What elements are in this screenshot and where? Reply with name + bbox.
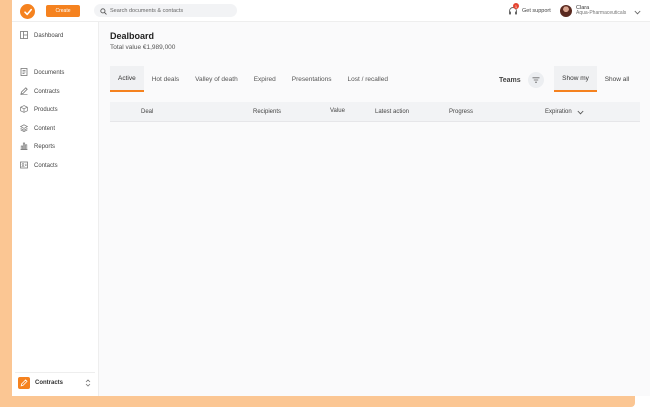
get-support-button[interactable]: 1 Get support [508, 3, 551, 18]
layers-icon [19, 124, 34, 134]
dashboard-icon [20, 31, 34, 41]
main-content: Dealboard Total value €1,989,000 Active … [99, 22, 650, 396]
column-header-deal[interactable]: Deal [141, 102, 153, 122]
sidebar-item-label: Documents [34, 70, 65, 76]
workspace-label: Contracts [35, 380, 64, 386]
search-icon [100, 2, 107, 20]
page-title: Dealboard [110, 31, 155, 41]
sidebar-item-documents[interactable]: Documents [20, 67, 95, 79]
pen-icon [18, 377, 30, 389]
column-header-label: Expiration [545, 109, 572, 115]
user-organization: Aqua-Pharmaceuticals [576, 10, 627, 17]
column-header-progress[interactable]: Progress [449, 102, 473, 122]
filter-icon[interactable] [527, 72, 544, 88]
app-window: Create 1 Get support Clara Aqua-Pharmace… [12, 0, 650, 396]
create-button[interactable]: Create [46, 5, 80, 17]
show-all-toggle[interactable]: Show all [599, 66, 635, 92]
tab-expired[interactable]: Expired [246, 66, 284, 92]
sidebar-item-label: Contacts [34, 163, 58, 169]
sidebar-item-dashboard[interactable]: Dashboard [20, 30, 95, 42]
sidebar-item-label: Contracts [34, 89, 60, 95]
column-header-latest-action[interactable]: Latest action [375, 102, 409, 122]
deal-tabs: Active Hot deals Valley of death Expired… [110, 66, 396, 92]
sidebar-item-products[interactable]: Products [20, 104, 95, 116]
tab-active[interactable]: Active [110, 66, 144, 92]
tab-presentations[interactable]: Presentations [284, 66, 340, 92]
teams-filter[interactable]: Teams [499, 72, 544, 88]
column-header-recipients[interactable]: Recipients [253, 102, 281, 122]
box-icon [20, 105, 34, 115]
frame-left-decoration [0, 0, 12, 407]
headset-icon: 1 [508, 3, 519, 16]
pen-icon [20, 87, 34, 97]
sidebar-item-contacts[interactable]: Contacts [20, 160, 95, 172]
sidebar-item-contracts[interactable]: Contracts [20, 86, 95, 98]
column-header-value[interactable]: Value [330, 101, 345, 121]
search-input[interactable] [110, 7, 230, 14]
logo-icon[interactable] [20, 4, 35, 19]
sidebar-item-label: Content [34, 126, 56, 132]
get-support-label: Get support [522, 8, 551, 14]
avatar [560, 5, 572, 17]
tab-hot-deals[interactable]: Hot deals [144, 66, 187, 92]
user-menu[interactable]: Clara Aqua-Pharmaceuticals [560, 3, 641, 19]
table-header: Deal Recipients Value Latest action Prog… [110, 102, 640, 122]
search-bar[interactable] [94, 4, 237, 17]
tab-lost-recalled[interactable]: Lost / recalled [340, 66, 396, 92]
document-icon [20, 68, 34, 78]
show-my-toggle[interactable]: Show my [554, 66, 597, 92]
bar-chart-icon [20, 142, 34, 152]
chevron-down-icon [577, 110, 584, 115]
contact-card-icon [20, 161, 34, 171]
column-header-expiration[interactable]: Expiration [545, 102, 584, 122]
notification-badge: 1 [513, 3, 519, 9]
sidebar-item-label: Products [34, 107, 58, 113]
tab-valley-of-death[interactable]: Valley of death [187, 66, 246, 92]
sidebar: Dashboard Documents Contracts Products C… [12, 22, 99, 396]
total-value: Total value €1,989,000 [110, 44, 176, 51]
top-bar: Create 1 Get support Clara Aqua-Pharmace… [12, 0, 650, 22]
sidebar-item-label: Reports [34, 144, 56, 150]
frame-bottom-decoration [0, 396, 635, 407]
chevron-down-icon[interactable] [634, 2, 641, 20]
sidebar-item-content[interactable]: Content [19, 123, 95, 135]
teams-label: Teams [499, 76, 521, 84]
sidebar-item-reports[interactable]: Reports [20, 141, 95, 153]
up-down-chevron-icon [85, 374, 91, 392]
sidebar-item-label: Dashboard [34, 33, 64, 39]
workspace-switcher[interactable]: Contracts [15, 372, 95, 393]
